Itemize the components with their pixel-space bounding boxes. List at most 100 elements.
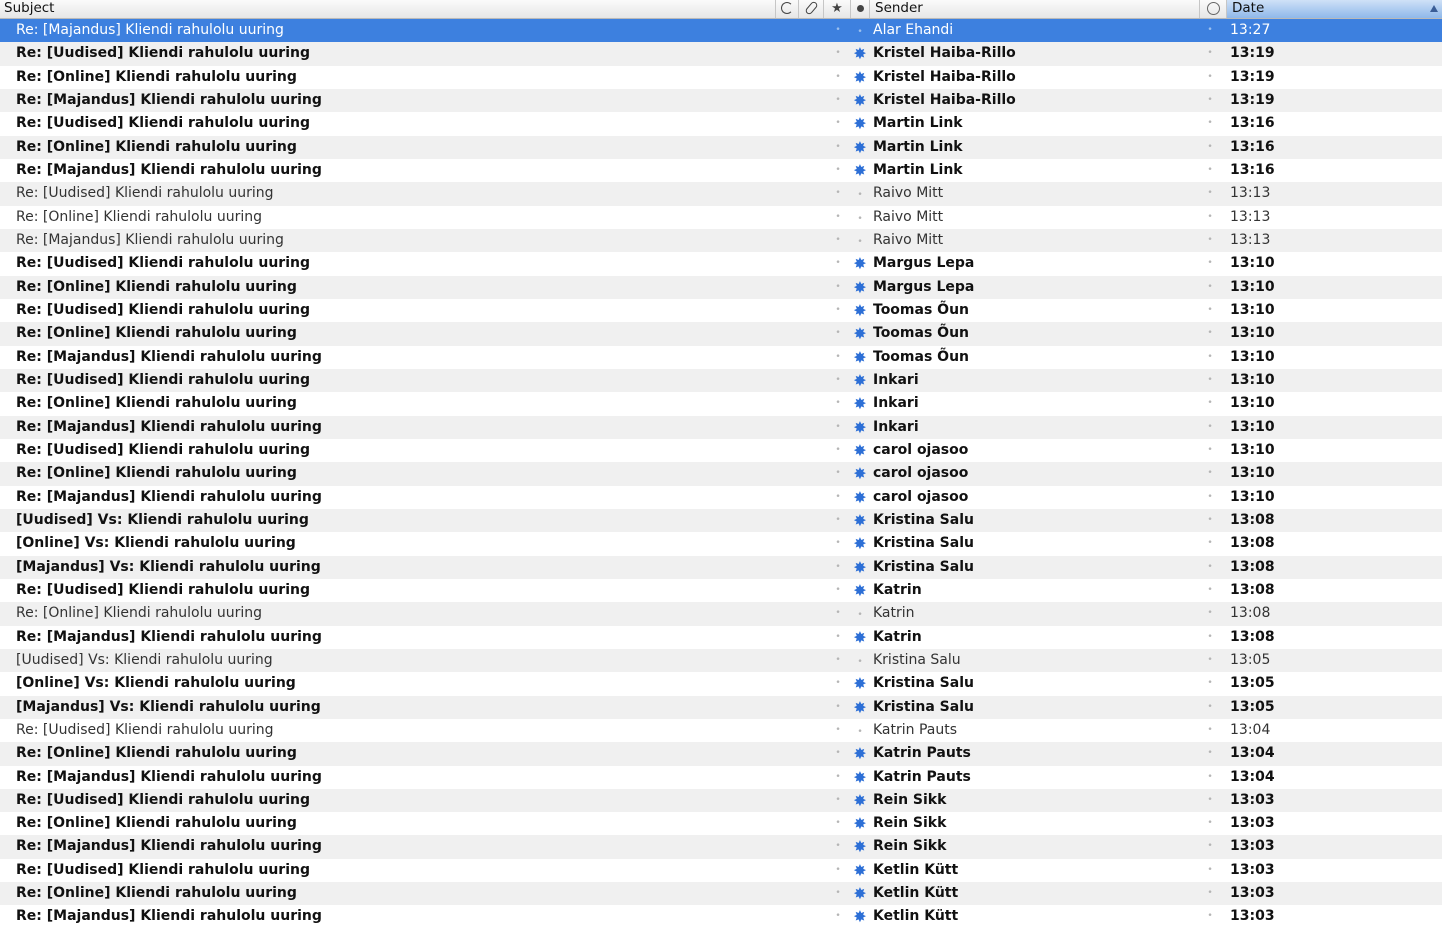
- junk-dot-icon[interactable]: •: [1204, 42, 1216, 65]
- message-list[interactable]: Re: [Majandus] Kliendi rahulolu uuring • •…: [0, 19, 1442, 937]
- flag-dot-icon[interactable]: •: [832, 276, 844, 299]
- flag-dot-icon[interactable]: •: [832, 812, 844, 835]
- message-row[interactable]: [Majandus] Vs: Kliendi rahulolu uuring • ✸…: [0, 555, 1442, 579]
- flag-dot-icon[interactable]: •: [832, 486, 844, 509]
- unread-star-icon[interactable]: ✸: [852, 835, 868, 858]
- flag-dot-icon[interactable]: •: [832, 696, 844, 719]
- flag-dot-icon[interactable]: •: [832, 532, 844, 555]
- message-row[interactable]: Re: [Majandus] Kliendi rahulolu uuring • ✸…: [0, 415, 1442, 439]
- message-row[interactable]: Re: [Majandus] Kliendi rahulolu uuring • ✸…: [0, 486, 1442, 509]
- junk-dot-icon[interactable]: •: [1204, 416, 1216, 439]
- junk-dot-icon[interactable]: •: [1204, 276, 1216, 299]
- message-row[interactable]: Re: [Online] Kliendi rahulolu uuring • ✸ To…: [0, 322, 1442, 346]
- unread-star-icon[interactable]: ✸: [852, 882, 868, 905]
- unread-star-icon[interactable]: ✸: [852, 346, 868, 369]
- flag-dot-icon[interactable]: •: [832, 649, 844, 672]
- flag-dot-icon[interactable]: •: [832, 626, 844, 649]
- unread-star-icon[interactable]: ✸: [852, 112, 868, 135]
- sender-column-header[interactable]: Sender: [870, 0, 1200, 18]
- message-row[interactable]: Re: [Majandus] Kliendi rahulolu uuring • ✸…: [0, 159, 1442, 182]
- unread-star-icon[interactable]: ✸: [852, 322, 868, 345]
- unread-star-icon[interactable]: ✸: [852, 905, 868, 928]
- junk-dot-icon[interactable]: •: [1204, 369, 1216, 392]
- thread-column-header[interactable]: [776, 0, 799, 18]
- unread-star-icon[interactable]: ✸: [852, 89, 868, 112]
- flag-dot-icon[interactable]: •: [832, 206, 844, 229]
- junk-dot-icon[interactable]: •: [1204, 439, 1216, 462]
- read-dot-icon[interactable]: •: [852, 229, 868, 252]
- message-row[interactable]: [Majandus] Vs: Kliendi rahulolu uuring • ✸…: [0, 695, 1442, 719]
- message-row[interactable]: Re: [Online] Kliendi rahulolu uuring • ✸ ca…: [0, 462, 1442, 486]
- unread-star-icon[interactable]: ✸: [852, 136, 868, 159]
- unread-star-icon[interactable]: ✸: [852, 369, 868, 392]
- junk-dot-icon[interactable]: •: [1204, 882, 1216, 905]
- message-row[interactable]: Re: [Majandus] Kliendi rahulolu uuring • •…: [0, 228, 1442, 253]
- flag-dot-icon[interactable]: •: [832, 766, 844, 789]
- flag-dot-icon[interactable]: •: [832, 579, 844, 602]
- junk-dot-icon[interactable]: •: [1204, 742, 1216, 765]
- junk-dot-icon[interactable]: •: [1204, 649, 1216, 672]
- message-row[interactable]: Re: [Uudised] Kliendi rahulolu uuring • ✸ K…: [0, 579, 1442, 602]
- junk-dot-icon[interactable]: •: [1204, 789, 1216, 812]
- junk-dot-icon[interactable]: •: [1204, 556, 1216, 579]
- unread-star-icon[interactable]: ✸: [852, 42, 868, 65]
- junk-dot-icon[interactable]: •: [1204, 835, 1216, 858]
- message-row[interactable]: [Uudised] Vs: Kliendi rahulolu uuring • • K…: [0, 648, 1442, 673]
- flag-dot-icon[interactable]: •: [832, 742, 844, 765]
- junk-dot-icon[interactable]: •: [1204, 905, 1216, 928]
- unread-star-icon[interactable]: ✸: [852, 66, 868, 89]
- flag-dot-icon[interactable]: •: [832, 369, 844, 392]
- message-row[interactable]: Re: [Majandus] Kliendi rahulolu uuring • ✸…: [0, 626, 1442, 649]
- flag-dot-icon[interactable]: •: [832, 346, 844, 369]
- unread-star-icon[interactable]: ✸: [852, 742, 868, 765]
- flag-dot-icon[interactable]: •: [832, 602, 844, 625]
- junk-dot-icon[interactable]: •: [1204, 486, 1216, 509]
- unread-star-icon[interactable]: ✸: [852, 672, 868, 695]
- flag-dot-icon[interactable]: •: [832, 556, 844, 579]
- unread-star-icon[interactable]: ✸: [852, 416, 868, 439]
- junk-dot-icon[interactable]: •: [1204, 322, 1216, 345]
- flag-dot-icon[interactable]: •: [832, 299, 844, 322]
- junk-dot-icon[interactable]: •: [1204, 66, 1216, 89]
- junk-dot-icon[interactable]: •: [1204, 602, 1216, 625]
- message-row[interactable]: Re: [Uudised] Kliendi rahulolu uuring • ✸ M…: [0, 112, 1442, 135]
- message-row[interactable]: Re: [Majandus] Kliendi rahulolu uuring • ✸…: [0, 905, 1442, 928]
- unread-star-icon[interactable]: ✸: [852, 392, 868, 415]
- message-row[interactable]: [Uudised] Vs: Kliendi rahulolu uuring • ✸ K…: [0, 508, 1442, 533]
- message-row[interactable]: Re: [Uudised] Kliendi rahulolu uuring • ✸ M…: [0, 252, 1442, 275]
- message-row[interactable]: [Online] Vs: Kliendi rahulolu uuring • ✸ Kr…: [0, 532, 1442, 555]
- message-row[interactable]: Re: [Uudised] Kliendi rahulolu uuring • ✸ R…: [0, 788, 1442, 813]
- unread-star-icon[interactable]: ✸: [852, 462, 868, 485]
- junk-dot-icon[interactable]: •: [1204, 346, 1216, 369]
- unread-star-icon[interactable]: ✸: [852, 252, 868, 275]
- message-row[interactable]: Re: [Majandus] Kliendi rahulolu uuring • •…: [0, 19, 1442, 43]
- junk-dot-icon[interactable]: •: [1204, 532, 1216, 555]
- flag-dot-icon[interactable]: •: [832, 182, 844, 205]
- read-dot-icon[interactable]: •: [852, 182, 868, 205]
- flag-dot-icon[interactable]: •: [832, 719, 844, 742]
- junk-dot-icon[interactable]: •: [1204, 89, 1216, 112]
- message-row[interactable]: [Online] Vs: Kliendi rahulolu uuring • ✸ Kr…: [0, 672, 1442, 695]
- message-row[interactable]: Re: [Uudised] Kliendi rahulolu uuring • ✸ c…: [0, 439, 1442, 462]
- junk-dot-icon[interactable]: •: [1204, 696, 1216, 719]
- unread-star-icon[interactable]: ✸: [852, 766, 868, 789]
- flag-dot-icon[interactable]: •: [832, 392, 844, 415]
- unread-star-icon[interactable]: ✸: [852, 579, 868, 602]
- flag-dot-icon[interactable]: •: [832, 252, 844, 275]
- junk-column-header[interactable]: [1200, 0, 1227, 18]
- junk-dot-icon[interactable]: •: [1204, 672, 1216, 695]
- unread-star-icon[interactable]: ✸: [852, 696, 868, 719]
- flag-dot-icon[interactable]: •: [832, 462, 844, 485]
- junk-dot-icon[interactable]: •: [1204, 19, 1216, 42]
- read-dot-icon[interactable]: •: [852, 19, 868, 42]
- message-row[interactable]: Re: [Online] Kliendi rahulolu uuring • ✸ Ka…: [0, 742, 1442, 766]
- flag-dot-icon[interactable]: •: [832, 19, 844, 42]
- message-row[interactable]: Re: [Online] Kliendi rahulolu uuring • ✸ Ma…: [0, 275, 1442, 299]
- read-dot-icon[interactable]: •: [852, 206, 868, 229]
- flag-dot-icon[interactable]: •: [832, 789, 844, 812]
- flag-dot-icon[interactable]: •: [832, 66, 844, 89]
- subject-column-header[interactable]: Subject: [0, 0, 776, 18]
- junk-dot-icon[interactable]: •: [1204, 136, 1216, 159]
- junk-dot-icon[interactable]: •: [1204, 859, 1216, 882]
- message-row[interactable]: Re: [Online] Kliendi rahulolu uuring • ✸ In…: [0, 392, 1442, 415]
